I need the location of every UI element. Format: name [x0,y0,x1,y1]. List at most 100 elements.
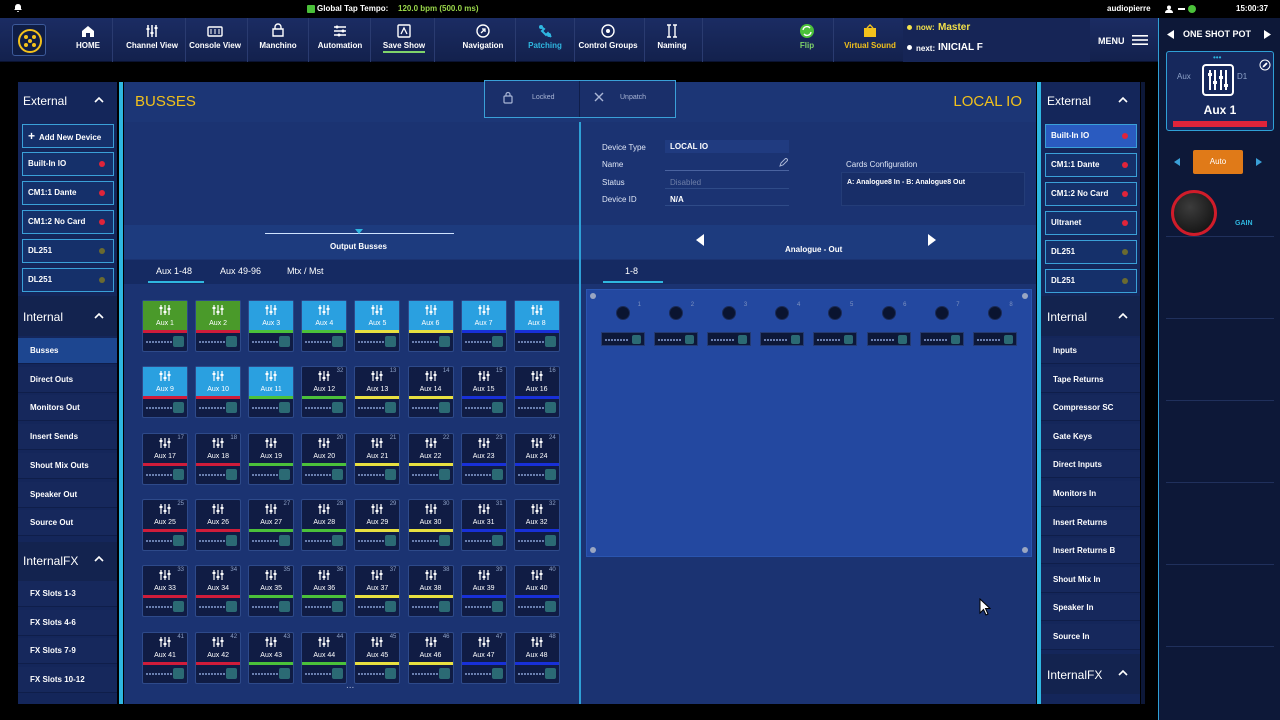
aux-bus-cell[interactable]: Aux 3 [248,300,295,352]
arrow-left-icon[interactable] [696,234,705,246]
toolbar-flip-button[interactable]: Flip [785,18,829,62]
external-device-item[interactable]: CM1:1 Dante [22,181,114,205]
tab-mtx-mst[interactable]: Mtx / Mst [287,266,324,276]
internal-item[interactable]: Insert Sends [18,424,117,451]
gain-knob[interactable] [1171,190,1217,236]
toolbar-naming-button[interactable]: Naming [646,18,698,62]
toolbar-console-view-button[interactable]: Console View [187,18,243,62]
chevron-up-icon[interactable] [1118,311,1128,321]
arrow-right-icon[interactable] [927,234,936,246]
bell-icon[interactable] [13,3,23,13]
io-output-slot[interactable]: 6 [866,290,911,346]
aux-bus-cell[interactable]: 15 Aux 15 [460,366,507,419]
internal-item[interactable]: Speaker Out [18,481,117,508]
name-field[interactable] [665,170,789,171]
aux-bus-cell[interactable]: 37 Aux 37 [354,565,401,618]
internal-source-item[interactable]: Gate Keys [1041,423,1140,450]
external-device-item[interactable]: CM1:1 Dante [1045,153,1137,177]
aux-bus-cell[interactable]: 36 Aux 36 [301,565,348,618]
io-output-slot[interactable]: 1 [601,290,645,346]
external-device-item[interactable]: Ultranet [1045,211,1137,235]
internal-source-item[interactable]: Source In [1041,624,1140,650]
aux-bus-cell[interactable]: Aux 11 [248,366,295,419]
external-device-item[interactable]: DL251 [22,268,114,292]
aux-bus-cell[interactable]: 14 Aux 14 [407,366,454,419]
toolbar-navigation-button[interactable]: Navigation [455,18,511,62]
aux-bus-cell[interactable]: Aux 8 [513,300,560,352]
aux-bus-cell[interactable]: 40 Aux 40 [513,565,560,618]
io-output-slot[interactable]: 5 [813,290,858,346]
locked-toggle[interactable]: Locked [485,81,580,117]
chevron-up-icon[interactable] [1118,95,1128,105]
aux-bus-cell[interactable]: Aux 19 [248,432,295,485]
internal-source-item[interactable]: Monitors In [1041,481,1140,507]
internal-source-item[interactable]: Tape Returns [1041,366,1140,393]
tab-aux-49-96[interactable]: Aux 49-96 [220,266,261,276]
chevron-up-icon[interactable] [1118,668,1128,678]
internal-source-item[interactable]: Speaker In [1041,595,1140,622]
aux-bus-cell[interactable]: 38 Aux 38 [407,565,454,618]
aux-bus-cell[interactable]: Aux 1 [142,300,188,352]
internal-source-item[interactable]: Compressor SC [1041,395,1140,422]
chevron-up-icon[interactable] [94,95,104,105]
external-device-item[interactable]: DL251 [1045,269,1137,293]
toolbar-automation-button[interactable]: Automation [314,18,366,62]
internal-item[interactable]: Source Out [18,510,117,537]
edit-icon[interactable] [779,158,788,167]
aux-bus-cell[interactable]: 29 Aux 29 [354,498,401,551]
aux-bus-cell[interactable]: 39 Aux 39 [460,565,507,618]
external-device-item[interactable]: DL251 [1045,240,1137,264]
aux-bus-cell[interactable]: Aux 7 [460,300,507,352]
scene-panel[interactable]: now: Master next: INICIAL F [903,18,1090,62]
aux-bus-cell[interactable]: Aux 5 [354,300,401,352]
io-output-slot[interactable]: 2 [654,290,699,346]
internal-source-item[interactable]: Shout Mix In [1041,566,1140,593]
fx-slot-item[interactable]: FX Slots 4-6 [18,609,117,636]
tempo-value[interactable]: 120.0 bpm (500.0 ms) [398,4,478,13]
cards-config-box[interactable]: A: Analogue8 In - B: Analogue8 Out [841,172,1025,206]
toolbar-home-button[interactable]: HOME [68,18,108,62]
next-arrow-icon[interactable] [1264,30,1271,39]
toolbar-save-show-button[interactable]: Save Show [378,18,430,62]
aux-bus-cell[interactable]: 42 Aux 42 [195,631,242,684]
aux-bus-cell[interactable]: Aux 10 [195,366,242,419]
app-logo-button[interactable] [12,24,46,56]
aux-bus-cell[interactable]: 32 Aux 32 [513,498,560,551]
fx-slot-item[interactable]: FX Slots 1-3 [18,581,117,607]
channel-card[interactable]: ••• Aux D1 Aux 1 [1166,51,1274,131]
aux-bus-cell[interactable]: 28 Aux 28 [301,498,348,551]
internal-item[interactable]: Busses [18,338,117,364]
aux-bus-cell[interactable]: 30 Aux 30 [407,498,454,551]
fx-slot-item[interactable]: FX Slots 10-12 [18,667,117,694]
aux-bus-cell[interactable]: Aux 6 [407,300,454,352]
aux-bus-cell[interactable]: 32 Aux 12 [301,366,348,419]
internal-source-item[interactable]: Insert Returns B [1041,538,1140,565]
aux-bus-cell[interactable]: 44 Aux 44 [301,631,348,684]
aux-bus-cell[interactable]: 46 Aux 46 [407,631,454,684]
io-output-slot[interactable]: 4 [760,290,805,346]
aux-bus-cell[interactable]: 48 Aux 48 [513,631,560,684]
right-scrollbar[interactable] [1141,82,1145,704]
aux-bus-cell[interactable]: Aux 9 [142,366,188,419]
io-output-slot[interactable]: 3 [707,290,752,346]
mode-next-icon[interactable] [1256,158,1262,166]
aux-bus-cell[interactable]: Aux 4 [301,300,348,352]
fx-slot-item[interactable]: FX Slots 7-9 [18,638,117,665]
menu-button[interactable]: MENU [1090,18,1158,62]
chevron-up-icon[interactable] [94,554,104,564]
tab-1-8[interactable]: 1-8 [625,266,638,276]
toolbar-control-groups-button[interactable]: Control Groups [576,18,640,62]
aux-bus-cell[interactable]: 41 Aux 41 [142,631,188,684]
internal-source-item[interactable]: Inputs [1041,338,1140,364]
toolbar-patching-button[interactable]: Patching [520,18,570,62]
tab-aux-1-48[interactable]: Aux 1-48 [156,266,192,276]
aux-bus-cell[interactable]: Aux 2 [195,300,242,352]
aux-bus-cell[interactable]: 35 Aux 35 [248,565,295,618]
aux-bus-cell[interactable]: 24 Aux 24 [513,432,560,485]
aux-bus-cell[interactable]: 18 Aux 18 [195,432,242,485]
chevron-up-icon[interactable] [94,311,104,321]
internal-source-item[interactable]: Direct Inputs [1041,452,1140,479]
aux-bus-cell[interactable]: 31 Aux 31 [460,498,507,551]
toolbar-channel-view-button[interactable]: Channel View [123,18,181,62]
internal-item[interactable]: Monitors Out [18,395,117,422]
